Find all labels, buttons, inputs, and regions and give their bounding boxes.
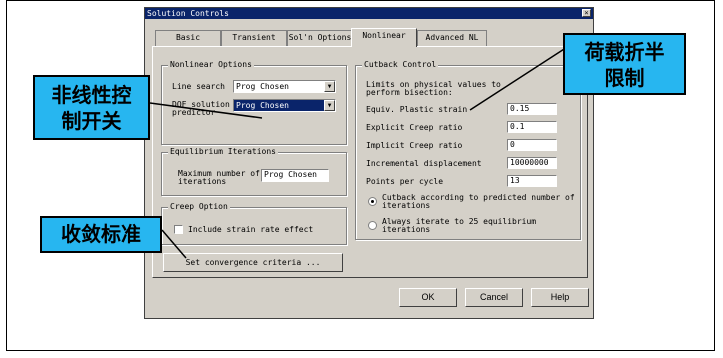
nonlinear-switch-callout: 非线性控 制开关 (33, 75, 150, 140)
convergence-criteria-callout: 收敛标准 (40, 216, 162, 253)
callout-line-2: 制开关 (61, 109, 122, 133)
cutback-limit-callout: 荷载折半 限制 (563, 33, 686, 95)
convergence-callout-line (161, 229, 187, 259)
callout-line-1: 荷载折半 (584, 40, 665, 64)
callout-line-1: 非线性控 (51, 83, 132, 107)
switch-callout-line (149, 102, 263, 119)
cutback-callout-line (469, 41, 576, 111)
tab-nonlinear[interactable]: Nonlinear (351, 28, 417, 47)
callout-line-2: 限制 (604, 66, 645, 90)
